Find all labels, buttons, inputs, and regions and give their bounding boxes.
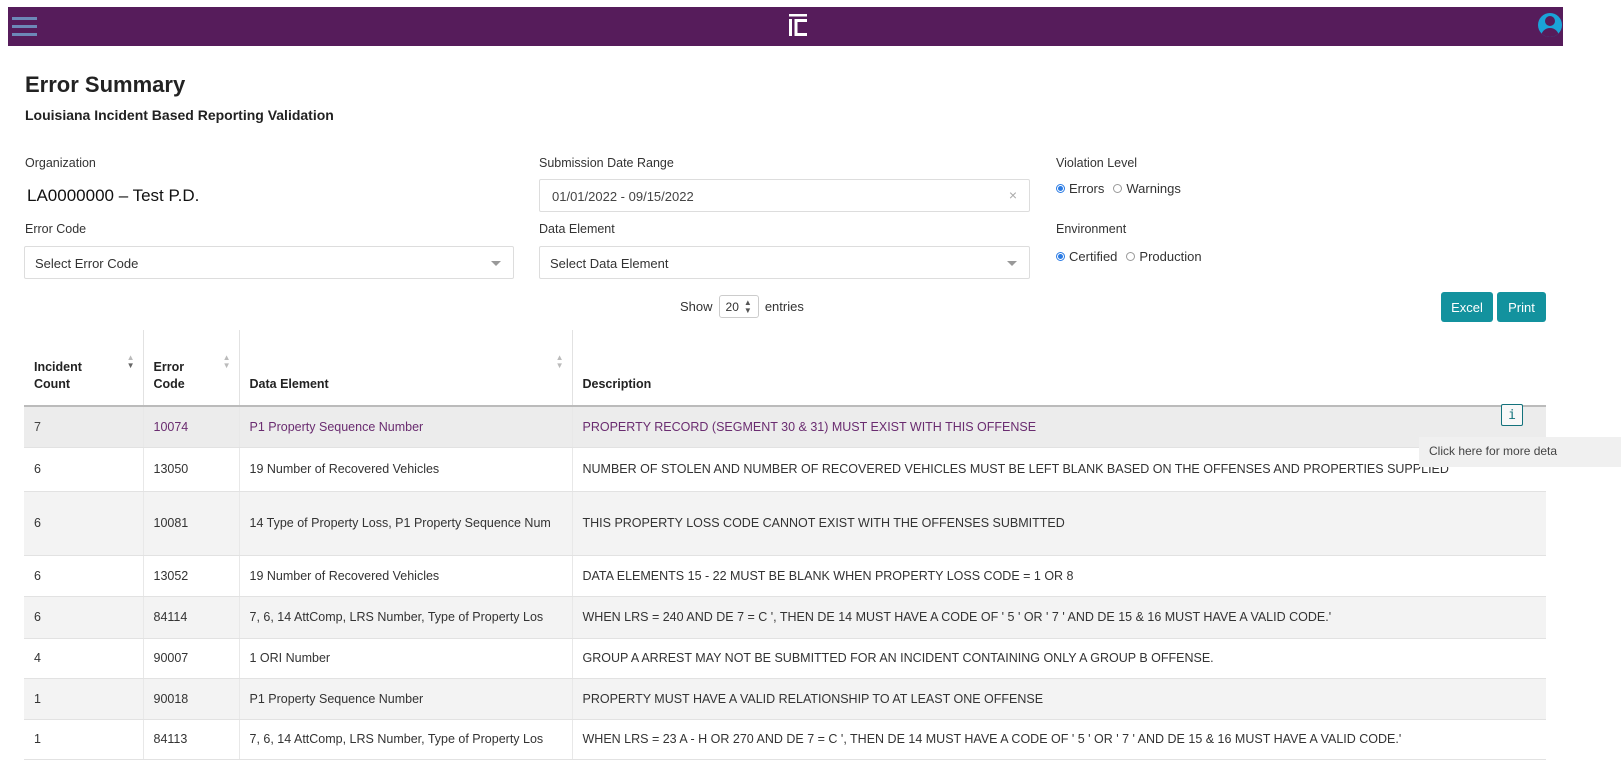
column-header-incident-count[interactable]: Incident Count ▲ ▼	[24, 330, 143, 407]
cell-error-code: 10074	[142, 406, 239, 448]
cell-error-code: 84113	[142, 719, 239, 760]
table-row[interactable]: 6 13052 19 Number of Recovered Vehicles …	[24, 555, 1546, 597]
error-code-label: Error Code	[25, 222, 87, 236]
cell-incident-count: 7	[24, 406, 143, 448]
radio-production[interactable]: Production	[1126, 249, 1202, 264]
show-entries-control: Show 20 ▲ ▼ entries	[680, 295, 804, 318]
sort-icon[interactable]: ▲ ▼	[223, 354, 231, 370]
info-tooltip: Click here for more deta	[1419, 437, 1621, 467]
cell-error-code: 90007	[142, 638, 239, 679]
sort-icon[interactable]: ▲ ▼	[127, 354, 135, 370]
column-header-data-element[interactable]: Data Element ▲ ▼	[238, 330, 572, 407]
clear-date-icon[interactable]: ×	[1009, 187, 1017, 203]
cell-incident-count: 6	[24, 491, 143, 556]
cell-error-code: 10081	[142, 491, 239, 556]
environment-radio-group: Certified Production	[1056, 249, 1211, 264]
environment-label: Environment	[1056, 222, 1127, 236]
top-nav-bar	[8, 7, 1563, 46]
data-element-placeholder: Select Data Element	[550, 256, 669, 271]
column-header-description[interactable]: Description	[571, 330, 1546, 407]
cell-data-element: P1 Property Sequence Number	[238, 678, 572, 720]
organization-value: LA0000000 – Test P.D.	[27, 186, 200, 205]
table-row[interactable]: 6 10081 14 Type of Property Loss, P1 Pro…	[24, 491, 1546, 556]
entries-label: entries	[764, 299, 804, 314]
radio-unselected-icon[interactable]	[1113, 184, 1123, 193]
print-button[interactable]: Print	[1497, 292, 1546, 322]
table-row[interactable]: 1 90018 P1 Property Sequence Number PROP…	[24, 678, 1546, 720]
cell-description: NUMBER OF STOLEN AND NUMBER OF RECOVERED…	[571, 447, 1546, 492]
select-arrows-icon: ▲ ▼	[743, 297, 752, 315]
cell-description: GROUP A ARREST MAY NOT BE SUBMITTED FOR …	[571, 638, 1546, 679]
cell-error-code: 13050	[142, 447, 239, 492]
radio-unselected-icon[interactable]	[1126, 252, 1136, 261]
table-row[interactable]: 4 90007 1 ORI Number GROUP A ARREST MAY …	[24, 638, 1546, 679]
table-row[interactable]: 7 10074 P1 Property Sequence Number PROP…	[24, 406, 1546, 448]
data-element-select[interactable]: Select Data Element	[539, 246, 1030, 279]
radio-certified[interactable]: Certified	[1056, 249, 1117, 264]
cell-error-code: 13052	[142, 555, 239, 597]
cell-incident-count: 6	[24, 596, 143, 639]
error-summary-table: Incident Count ▲ ▼ Error Code ▲ ▼ Data Ele…	[24, 330, 1546, 760]
table-row[interactable]: 6 84114 7, 6, 14 AttComp, LRS Number, Ty…	[24, 596, 1546, 639]
violation-level-radio-group: Errors Warnings	[1056, 181, 1190, 196]
cell-description: PROPERTY MUST HAVE A VALID RELATIONSHIP …	[571, 678, 1546, 720]
table-row[interactable]: 1 84113 7, 6, 14 AttComp, LRS Number, Ty…	[24, 719, 1546, 760]
cell-description: WHEN LRS = 240 AND DE 7 = C ', THEN DE 1…	[571, 596, 1546, 639]
hamburger-menu-icon[interactable]	[12, 17, 37, 37]
radio-warnings[interactable]: Warnings	[1113, 181, 1181, 196]
cell-description: DATA ELEMENTS 15 - 22 MUST BE BLANK WHEN…	[571, 555, 1546, 597]
info-icon[interactable]: i	[1501, 404, 1523, 426]
cell-incident-count: 4	[24, 638, 143, 679]
brand-logo-icon[interactable]	[788, 13, 808, 37]
cell-incident-count: 6	[24, 555, 143, 597]
cell-data-element: 19 Number of Recovered Vehicles	[238, 447, 572, 492]
excel-button[interactable]: Excel	[1441, 292, 1493, 322]
cell-data-element: 7, 6, 14 AttComp, LRS Number, Type of Pr…	[238, 596, 572, 639]
cell-error-code: 84114	[142, 596, 239, 639]
table-header-row: Incident Count ▲ ▼ Error Code ▲ ▼ Data Ele…	[24, 330, 1546, 407]
page-subtitle: Louisiana Incident Based Reporting Valid…	[25, 107, 334, 123]
cell-data-element: 1 ORI Number	[238, 638, 572, 679]
date-range-value: 01/01/2022 - 09/15/2022	[552, 189, 694, 204]
cell-data-element: 19 Number of Recovered Vehicles	[238, 555, 572, 597]
page-title: Error Summary	[25, 72, 186, 97]
violation-level-label: Violation Level	[1056, 156, 1138, 170]
date-range-input[interactable]: 01/01/2022 - 09/15/2022 ×	[539, 179, 1030, 212]
cell-incident-count: 1	[24, 678, 143, 720]
cell-data-element: P1 Property Sequence Number	[238, 406, 572, 448]
cell-incident-count: 1	[24, 719, 143, 760]
cell-description: PROPERTY RECORD (SEGMENT 30 & 31) MUST E…	[571, 406, 1546, 448]
chevron-down-icon	[1007, 261, 1017, 266]
column-header-error-code[interactable]: Error Code ▲ ▼	[142, 330, 239, 407]
data-element-label: Data Element	[539, 222, 615, 236]
cell-description: WHEN LRS = 23 A - H OR 270 AND DE 7 = C …	[571, 719, 1546, 760]
error-code-placeholder: Select Error Code	[35, 256, 139, 271]
show-label: Show	[680, 299, 713, 314]
cell-description: THIS PROPERTY LOSS CODE CANNOT EXIST WIT…	[571, 491, 1546, 556]
sort-icon[interactable]: ▲ ▼	[556, 354, 564, 370]
cell-incident-count: 6	[24, 447, 143, 492]
organization-label: Organization	[25, 156, 96, 170]
user-avatar-icon[interactable]	[1538, 13, 1562, 37]
entries-per-page-select[interactable]: 20 ▲ ▼	[718, 295, 759, 318]
cell-data-element: 14 Type of Property Loss, P1 Property Se…	[238, 491, 572, 556]
radio-errors[interactable]: Errors	[1056, 181, 1104, 196]
table-row[interactable]: 6 13050 19 Number of Recovered Vehicles …	[24, 447, 1546, 492]
cell-data-element: 7, 6, 14 AttComp, LRS Number, Type of Pr…	[238, 719, 572, 760]
cell-error-code: 90018	[142, 678, 239, 720]
date-range-label: Submission Date Range	[539, 156, 674, 170]
radio-selected-icon[interactable]	[1056, 184, 1065, 193]
chevron-down-icon	[491, 261, 501, 266]
radio-selected-icon[interactable]	[1056, 252, 1065, 261]
error-code-select[interactable]: Select Error Code	[24, 246, 514, 279]
